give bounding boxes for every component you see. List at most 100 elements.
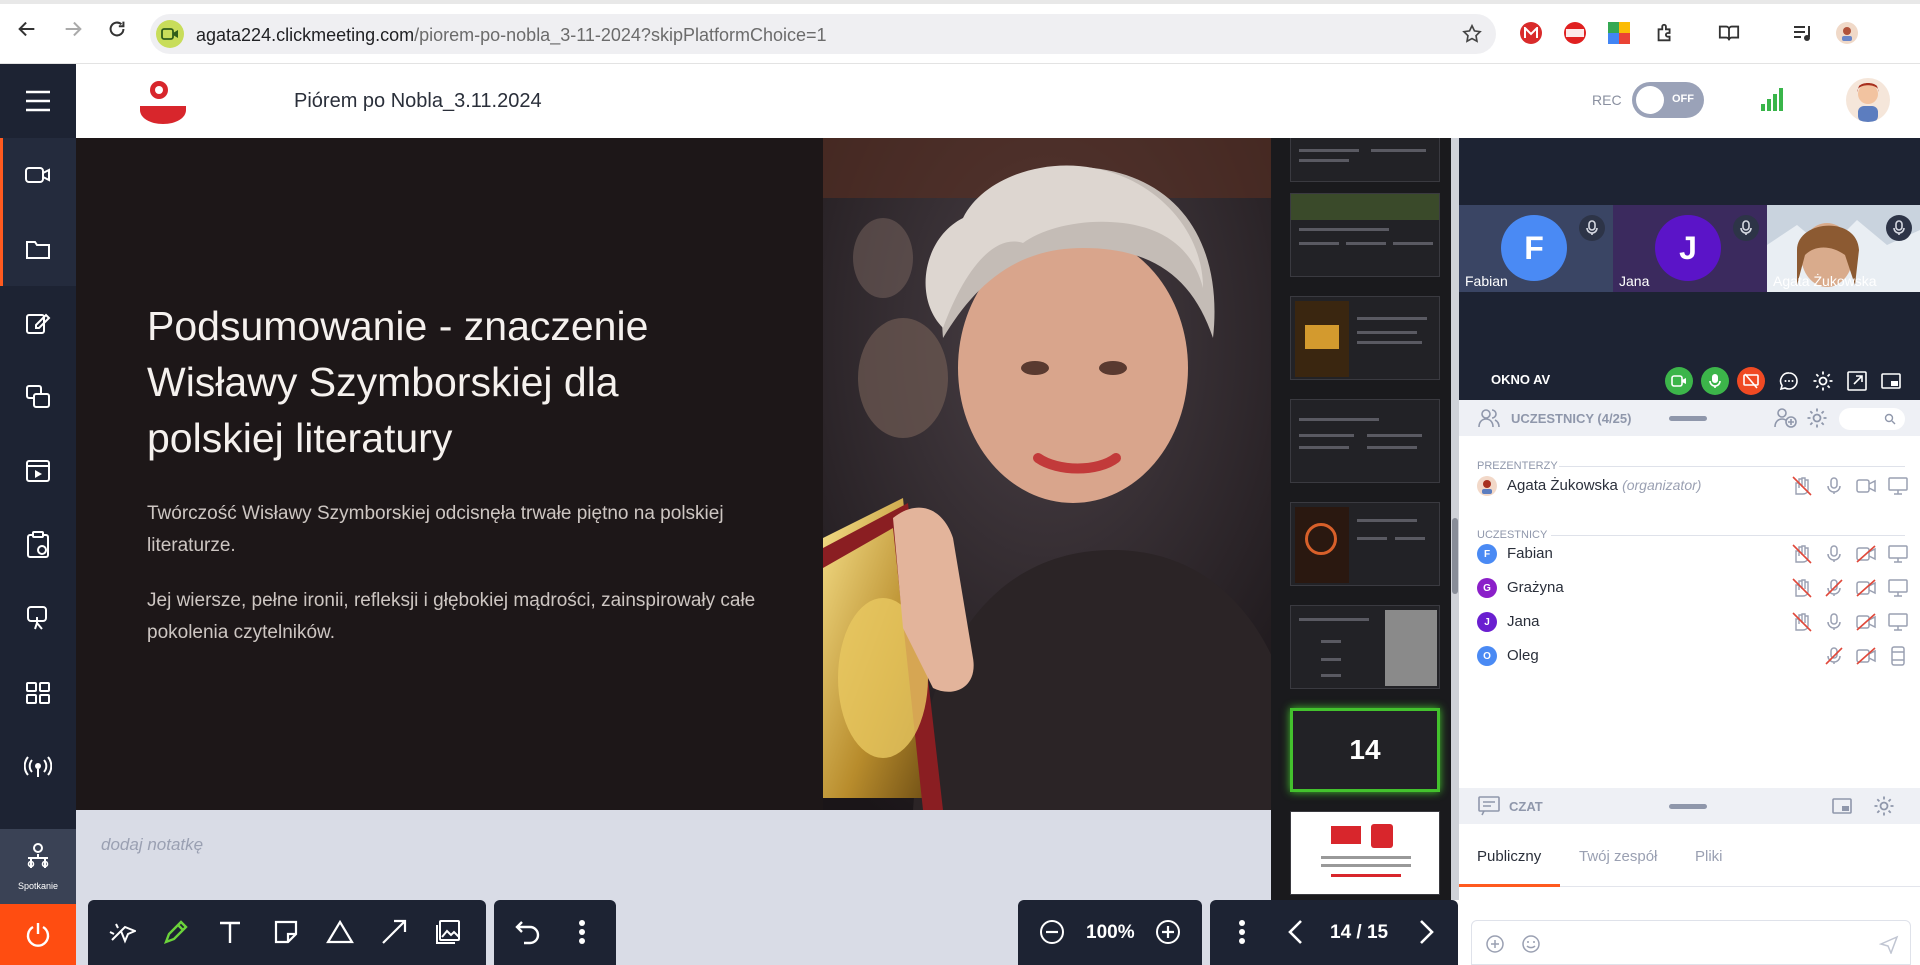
microphone-icon[interactable] <box>1823 611 1845 633</box>
video-tile-agata[interactable]: Agata Żukowska <box>1767 205 1920 292</box>
slide-thumbnail[interactable] <box>1290 811 1440 895</box>
hand-raise-off-icon[interactable] <box>1791 577 1813 599</box>
microphone-off-icon[interactable] <box>1823 645 1845 667</box>
forward-arrow-icon[interactable] <box>60 16 86 42</box>
leave-power-button[interactable] <box>0 904 76 965</box>
user-avatar[interactable] <box>1846 78 1890 122</box>
participant-row[interactable]: G Grażyna <box>1477 572 1909 602</box>
microphone-icon[interactable] <box>1823 475 1845 497</box>
microphone-off-icon[interactable] <box>1823 577 1845 599</box>
slide-thumbnail[interactable] <box>1290 138 1440 182</box>
screen-icon[interactable] <box>1887 475 1909 497</box>
undo-icon[interactable] <box>512 916 544 948</box>
extension-m-icon[interactable] <box>1520 22 1542 44</box>
hand-raise-off-icon[interactable] <box>1791 543 1813 565</box>
screen-share-off-icon[interactable] <box>1737 367 1765 395</box>
hand-raise-off-icon[interactable] <box>1791 475 1813 497</box>
arrow-line-icon[interactable] <box>378 916 410 948</box>
popout-window-icon[interactable] <box>1843 367 1871 395</box>
tab-pliki[interactable]: Pliki <box>1695 848 1723 865</box>
edit-note-button[interactable] <box>0 286 76 360</box>
chat-popout-icon[interactable] <box>1831 795 1853 817</box>
image-insert-icon[interactable] <box>432 916 464 948</box>
current-slide-thumbnail[interactable]: 14 <box>1290 708 1440 792</box>
video-tile-fabian[interactable]: F Fabian <box>1459 205 1613 292</box>
camera-off-icon[interactable] <box>1855 543 1877 565</box>
panel-resize-handle[interactable] <box>1669 416 1707 421</box>
screen-icon[interactable] <box>1887 611 1909 633</box>
layout-minimize-icon[interactable] <box>1877 367 1905 395</box>
emoji-icon[interactable] <box>1520 933 1542 955</box>
tab-publiczny[interactable]: Publiczny <box>1477 848 1541 865</box>
participant-row[interactable]: O Oleg <box>1477 640 1907 670</box>
files-folder-button[interactable] <box>0 212 76 286</box>
av-settings-gear-icon[interactable] <box>1809 367 1837 395</box>
next-slide-icon[interactable] <box>1410 916 1442 948</box>
whiteboard-button[interactable] <box>0 582 76 656</box>
recording-toggle[interactable]: OFF <box>1632 82 1704 118</box>
microphone-icon[interactable] <box>1823 543 1845 565</box>
add-participant-icon[interactable] <box>1773 406 1797 430</box>
back-arrow-icon[interactable] <box>14 16 40 42</box>
screen-icon[interactable] <box>1887 543 1909 565</box>
laser-pointer-icon[interactable] <box>106 916 138 948</box>
add-attachment-icon[interactable] <box>1484 933 1506 955</box>
zoom-out-icon[interactable] <box>1036 916 1068 948</box>
site-camera-icon[interactable] <box>156 20 184 48</box>
screen-icon[interactable] <box>1887 577 1909 599</box>
address-bar[interactable]: agata224.clickmeeting.com/piorem-po-nobl… <box>150 14 1496 54</box>
slide-thumbnail[interactable] <box>1290 605 1440 689</box>
media-control-icon[interactable] <box>1792 22 1814 44</box>
tile-name: Jana <box>1619 273 1650 289</box>
spotkanie-button[interactable]: Spotkanie <box>0 829 76 904</box>
panel-resize-handle[interactable] <box>1669 804 1707 809</box>
previous-slide-icon[interactable] <box>1280 916 1312 948</box>
thumbnails-scrollbar[interactable] <box>1451 138 1459 900</box>
slide-thumbnail[interactable] <box>1290 399 1440 483</box>
participants-settings-gear-icon[interactable] <box>1805 406 1829 430</box>
scroll-thumb[interactable] <box>1452 518 1458 594</box>
more-options-icon[interactable] <box>566 916 598 948</box>
text-tool-icon[interactable] <box>214 916 246 948</box>
camera-button[interactable] <box>0 138 76 212</box>
slide-thumbnail[interactable] <box>1290 502 1440 586</box>
sticky-note-icon[interactable] <box>270 916 302 948</box>
presenter-row[interactable]: Agata Żukowska (organizator) <box>1477 470 1909 500</box>
camera-off-icon[interactable] <box>1855 645 1877 667</box>
camera-off-icon[interactable] <box>1855 577 1877 599</box>
slide-thumbnail[interactable] <box>1290 193 1440 277</box>
camera-toggle-icon[interactable] <box>1665 367 1693 395</box>
slide-thumbnail[interactable] <box>1290 296 1440 380</box>
screen-share-button[interactable] <box>0 360 76 434</box>
bookmark-star-icon[interactable] <box>1460 22 1484 46</box>
chat-bubble-icon[interactable] <box>1775 367 1803 395</box>
tab-twoj-zespol[interactable]: Twój zespół <box>1579 848 1657 865</box>
clipboard-test-button[interactable] <box>0 508 76 582</box>
hand-raise-off-icon[interactable] <box>1791 611 1813 633</box>
adblock-extension-icon[interactable] <box>1564 22 1586 44</box>
microphone-toggle-icon[interactable] <box>1701 367 1729 395</box>
chat-message-input[interactable] <box>1471 920 1911 965</box>
broadcast-button[interactable] <box>0 730 76 804</box>
szymborska-photo <box>823 138 1271 810</box>
reload-icon[interactable] <box>104 16 130 42</box>
chat-settings-gear-icon[interactable] <box>1873 795 1895 817</box>
camera-icon[interactable] <box>1855 475 1877 497</box>
google-extension-icon[interactable] <box>1608 22 1630 44</box>
zoom-in-icon[interactable] <box>1152 916 1184 948</box>
participant-row[interactable]: F Fabian <box>1477 538 1909 568</box>
participants-search-input[interactable] <box>1839 408 1905 430</box>
menu-button[interactable] <box>0 64 76 138</box>
shape-triangle-icon[interactable] <box>324 916 356 948</box>
layout-grid-button[interactable] <box>0 656 76 730</box>
reading-list-icon[interactable] <box>1718 22 1740 44</box>
video-player-button[interactable] <box>0 434 76 508</box>
pen-tool-icon[interactable] <box>160 916 192 948</box>
profile-avatar-icon[interactable] <box>1836 22 1858 44</box>
video-tile-jana[interactable]: J Jana <box>1613 205 1767 292</box>
camera-off-icon[interactable] <box>1855 611 1877 633</box>
send-icon[interactable] <box>1878 933 1900 955</box>
extensions-puzzle-icon[interactable] <box>1654 22 1676 44</box>
page-options-icon[interactable] <box>1226 916 1258 948</box>
participant-row[interactable]: J Jana <box>1477 606 1909 636</box>
